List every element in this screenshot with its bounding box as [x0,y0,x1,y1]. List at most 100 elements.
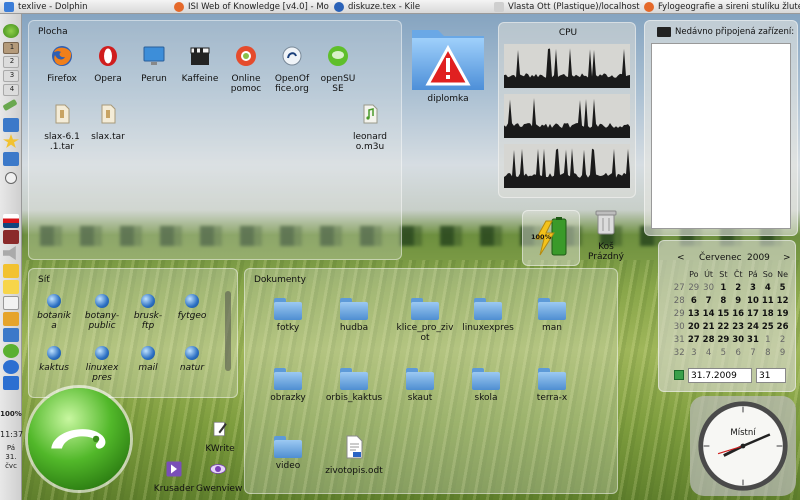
calendar-day[interactable]: 24 [746,320,761,333]
doc-video[interactable]: video [258,436,318,471]
doc-klice-pro-zivot[interactable]: klice_pro_ziv ot [390,298,460,343]
calendar-day[interactable]: 8 [716,294,731,307]
pager-desktop-4[interactable]: 4 [3,84,19,96]
app-kwrite[interactable]: KWrite [198,420,242,454]
calendar-date-input[interactable] [688,368,752,383]
app-opensuse[interactable]: openSU SE [308,44,368,94]
calendar-today-icon[interactable] [674,370,684,380]
bluetooth-icon[interactable] [3,376,19,390]
folder-diplomka[interactable]: diplomka [408,24,488,104]
app-gwenview[interactable]: Gwenview [196,460,242,494]
info-icon[interactable] [3,360,19,374]
calendar-day[interactable]: 17 [746,307,761,320]
task-vnc[interactable]: Vlasta Ott (Plastique)/localhost (P [490,0,640,14]
doc-terra-x[interactable]: terra-x [522,368,582,403]
calendar-day[interactable]: 28 [701,333,716,346]
calendar-day[interactable]: 21 [701,320,716,333]
calendar-day[interactable]: 8 [760,346,775,359]
calendar-day[interactable]: 31 [746,333,761,346]
doc-skaut[interactable]: skaut [390,368,450,403]
update-icon[interactable] [3,344,19,358]
calendar-day[interactable]: 19 [775,307,790,320]
pager-desktop-2[interactable]: 2 [3,56,19,68]
calendar-next-month-button[interactable]: > [783,253,791,263]
calendar-month[interactable]: Červenec [699,253,742,263]
calendar-year[interactable]: 2009 [747,253,770,263]
folder-yellow-icon[interactable] [3,280,19,294]
calendar-day[interactable]: 9 [775,346,790,359]
calendar-day[interactable]: 4 [760,281,775,294]
calendar-day[interactable]: 5 [716,346,731,359]
net-botany-public[interactable]: botany- public [78,294,126,331]
task-dolphin[interactable]: texlive - Dolphin [0,0,170,14]
calendar-day[interactable]: 30 [701,281,716,294]
devices-list[interactable] [651,43,791,229]
calendar-day[interactable]: 20 [686,320,701,333]
calendar-day[interactable]: 5 [775,281,790,294]
calendar-day[interactable]: 30 [731,333,746,346]
task-icon[interactable] [3,118,19,132]
mail-icon[interactable] [3,152,19,166]
calendar-day[interactable]: 23 [731,320,746,333]
net-brusk-ftp[interactable]: brusk- ftp [124,294,172,331]
calendar-day[interactable]: 15 [716,307,731,320]
calendar-day[interactable]: 3 [686,346,701,359]
star-icon[interactable] [3,134,19,148]
net-fytgeo[interactable]: fytgeo [168,294,216,321]
doc-fotky[interactable]: fotky [258,298,318,333]
analog-clock-widget[interactable]: Místní [690,396,796,496]
calendar-prev-month-button[interactable]: < [677,253,685,263]
trash[interactable]: Koš Prázdný [582,208,630,262]
document-icon[interactable] [3,296,19,310]
calendar-day[interactable]: 9 [731,294,746,307]
doc-skola[interactable]: skola [456,368,516,403]
calendar-day[interactable]: 29 [716,333,731,346]
file-slax-tar[interactable]: slax.tar [78,102,138,142]
doc-zivotopis-odt[interactable]: zivotopis.odt [320,434,388,476]
calendar-day[interactable]: 29 [686,281,701,294]
net-natur[interactable]: natur [168,346,216,373]
checkmark-icon[interactable] [2,98,18,112]
calendar-day[interactable]: 26 [775,320,790,333]
keyboard-layout-flag-icon[interactable] [3,214,19,228]
doc-man[interactable]: man [522,298,582,333]
pager-desktop-1[interactable]: 1 [3,42,19,54]
calendar-day[interactable]: 14 [701,307,716,320]
korganizer-icon[interactable] [3,230,19,244]
calendar-day[interactable]: 13 [686,307,701,320]
calendar-day[interactable]: 6 [731,346,746,359]
doc-linuxexpres[interactable]: linuxexpres [456,298,520,333]
calendar-day[interactable]: 22 [716,320,731,333]
task-kile[interactable]: diskuze.tex - Kile [330,0,490,14]
app-krusader[interactable]: Krusader [152,460,196,494]
net-kaktus[interactable]: kaktus [30,346,78,373]
calendar-day[interactable]: 3 [746,281,761,294]
calendar-day[interactable]: 10 [746,294,761,307]
calendar-day[interactable]: 2 [731,281,746,294]
net-botanika[interactable]: botanik a [30,294,78,331]
file-leonardo-m3u[interactable]: leonard o.m3u [340,102,400,152]
task-firefox[interactable]: ISI Web of Knowledge [v4.0] - Mo [170,0,330,14]
calendar-day[interactable]: 12 [775,294,790,307]
calendar-day[interactable]: 7 [746,346,761,359]
calendar-day[interactable]: 4 [701,346,716,359]
doc-obrazky[interactable]: obrazky [258,368,318,403]
calendar-day-spinbox[interactable] [756,368,786,383]
calendar-day[interactable]: 11 [760,294,775,307]
opensuse-launcher-button[interactable] [28,388,130,490]
calendar-day[interactable]: 1 [760,333,775,346]
calendar-day[interactable]: 6 [686,294,701,307]
net-mail[interactable]: mail [124,346,172,373]
task-firefox-2[interactable]: Fylogeografie a sireni stulíku žlute [640,0,800,14]
calendar-day[interactable]: 2 [775,333,790,346]
doc-hudba[interactable]: hudba [324,298,384,333]
network-icon[interactable] [3,328,19,342]
battery-widget[interactable]: 100% [522,210,580,266]
calendar-day[interactable]: 27 [686,333,701,346]
doc-orbis-kaktus[interactable]: orbis_kaktus [320,368,388,403]
calendar-day[interactable]: 25 [760,320,775,333]
power-icon[interactable] [3,264,19,278]
calendar-day[interactable]: 16 [731,307,746,320]
volume-icon[interactable] [3,246,16,260]
calendar-day[interactable]: 18 [760,307,775,320]
